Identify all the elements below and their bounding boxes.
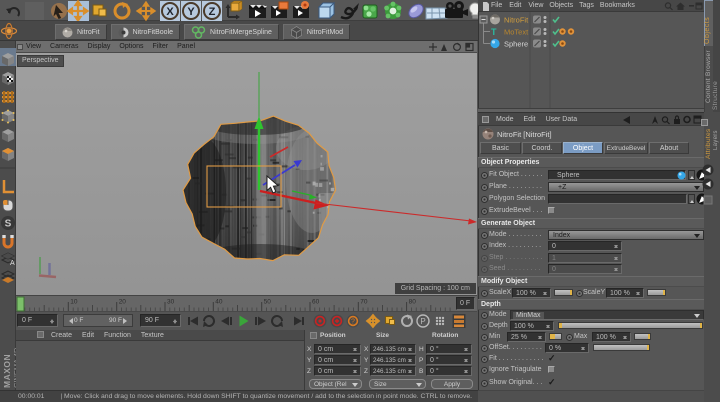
svg-text:Z: Z xyxy=(209,6,216,18)
svg-text:70: 70 xyxy=(360,299,368,306)
svg-text:A: A xyxy=(10,260,15,267)
svg-text:S: S xyxy=(5,219,12,230)
svg-text:P: P xyxy=(420,317,425,326)
svg-text:Sphere: Sphere xyxy=(504,40,528,49)
svg-text:10: 10 xyxy=(70,299,78,306)
svg-text:50: 50 xyxy=(264,299,272,306)
svg-text:X: X xyxy=(166,6,174,18)
svg-text:40: 40 xyxy=(215,299,223,306)
svg-text:?: ? xyxy=(351,319,355,326)
svg-text:30: 30 xyxy=(167,299,175,306)
svg-text:MAXON: MAXON xyxy=(2,354,12,388)
svg-text:Y: Y xyxy=(187,6,195,18)
svg-text:20: 20 xyxy=(119,299,127,306)
svg-text:T: T xyxy=(491,27,497,37)
svg-text:MoText: MoText xyxy=(504,28,529,37)
svg-text:80: 80 xyxy=(409,299,417,306)
svg-text:60: 60 xyxy=(312,299,320,306)
svg-text:NitroFit: NitroFit xyxy=(504,16,529,25)
